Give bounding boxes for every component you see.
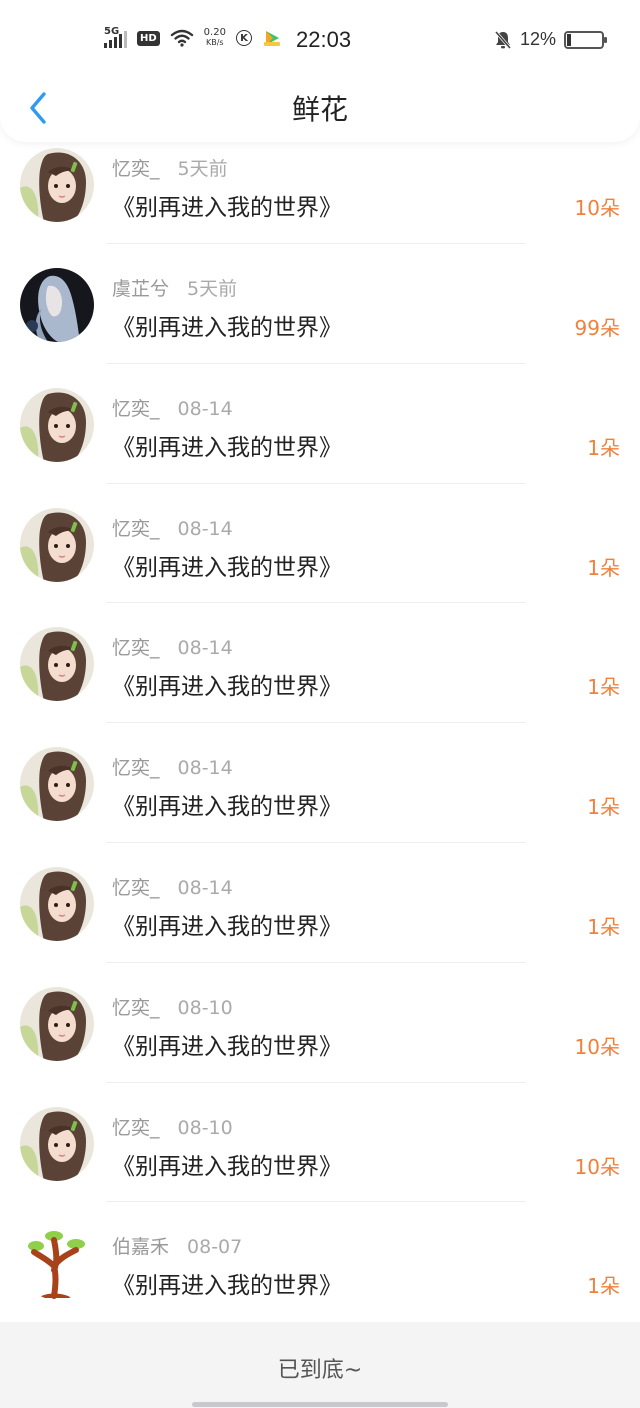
network-speed: 0.20 KB/s [203, 27, 226, 48]
flower-count: 1朵 [587, 555, 620, 580]
flower-record-list[interactable]: 忆奕_ 5天前 《别再进入我的世界》 10朵 虞芷兮 5天前 《别再进入我的世界》 99朵 忆奕… [0, 142, 640, 1322]
wifi-icon [170, 29, 193, 47]
flower-count: 10朵 [574, 196, 620, 220]
list-item[interactable]: 忆奕_ 08-14 《别再进入我的世界》 1朵 [0, 843, 640, 963]
home-indicator[interactable] [192, 1402, 448, 1407]
work-title[interactable]: 《别再进入我的世界》 [112, 907, 342, 941]
flower-count: 1朵 [587, 914, 620, 939]
list-end-footer: 已到底~ [0, 1322, 640, 1408]
flower-count: 1朵 [587, 435, 620, 460]
flower-count: 10朵 [574, 1034, 620, 1059]
status-bar: 5G HD 0.20 KB/s K 22:03 12% [0, 0, 640, 82]
work-title[interactable]: 《别再进入我的世界》 [112, 548, 342, 582]
list-item[interactable]: 忆奕_ 08-14 《别再进入我的世界》 1朵 [0, 723, 640, 843]
sender-name[interactable]: 忆奕_ [112, 997, 160, 1019]
sent-time: 08-14 [177, 517, 233, 540]
work-title[interactable]: 《别再进入我的世界》 [112, 1027, 342, 1061]
flower-count: 1朵 [587, 1274, 620, 1299]
sender-line: 忆奕_ 08-14 [112, 514, 233, 541]
work-title[interactable]: 《别再进入我的世界》 [112, 188, 342, 222]
sender-name[interactable]: 忆奕_ [112, 158, 160, 180]
avatar[interactable] [20, 387, 94, 462]
avatar[interactable] [20, 986, 94, 1061]
bell-muted-icon [494, 30, 512, 49]
end-of-list-text: 已到底~ [277, 1358, 363, 1383]
work-title[interactable]: 《别再进入我的世界》 [112, 428, 342, 462]
sent-time: 08-14 [177, 757, 233, 780]
sender-line: 忆奕_ 5天前 [112, 154, 228, 181]
sender-line: 虞芷兮 5天前 [112, 274, 237, 301]
sender-line: 忆奕_ 08-14 [112, 753, 233, 780]
avatar[interactable] [20, 268, 94, 342]
sent-time: 5天前 [187, 278, 238, 300]
sender-name[interactable]: 忆奕_ [112, 757, 160, 779]
avatar[interactable] [20, 866, 94, 941]
avatar[interactable] [20, 507, 94, 582]
sent-time: 08-10 [177, 1116, 233, 1139]
sender-line: 忆奕_ 08-10 [112, 993, 233, 1020]
page-title: 鲜花 [291, 93, 348, 126]
clock: 22:03 [296, 27, 352, 52]
sender-name[interactable]: 忆奕_ [112, 637, 160, 659]
sent-time: 08-14 [177, 637, 233, 660]
status-icons-left: 5G HD 0.20 KB/s K [104, 26, 282, 48]
battery-level-fill [567, 33, 571, 46]
app-header: 5G HD 0.20 KB/s K 22:03 12% 鲜花 [0, 0, 640, 142]
list-item[interactable]: 忆奕_ 08-14 《别再进入我的世界》 1朵 [0, 364, 640, 484]
sender-line: 忆奕_ 08-10 [112, 1113, 233, 1140]
k-app-icon: K [235, 30, 252, 46]
avatar[interactable] [20, 627, 94, 702]
list-item[interactable]: 虞芷兮 5天前《别再进入我的世界》 99朵 [0, 244, 640, 364]
list-item[interactable]: 忆奕_ 08-14 《别再进入我的世界》 1朵 [0, 484, 640, 604]
sent-time: 5天前 [177, 158, 228, 180]
video-app-icon [263, 31, 280, 46]
sender-name[interactable]: 忆奕_ [112, 1117, 160, 1139]
work-title[interactable]: 《别再进入我的世界》 [112, 1266, 342, 1300]
nav-bar: 鲜花 [0, 82, 640, 138]
work-title[interactable]: 《别再进入我的世界》 [112, 667, 342, 701]
list-item[interactable]: 忆奕_ 5天前《别再进入我的世界》 10朵 [0, 142, 640, 244]
list-item[interactable]: 忆奕_ 08-10 《别再进入我的世界》 10朵 [0, 1083, 640, 1203]
flower-count: 1朵 [587, 675, 620, 700]
list-item[interactable]: 忆奕_ 08-14 《别再进入我的世界》 1朵 [0, 603, 640, 724]
avatar[interactable] [20, 1226, 94, 1301]
flower-count: 1朵 [587, 795, 620, 820]
sender-name[interactable]: 忆奕_ [112, 398, 160, 420]
sent-time: 08-14 [177, 876, 233, 899]
sender-name[interactable]: 忆奕_ [112, 877, 160, 899]
work-title[interactable]: 《别再进入我的世界》 [112, 308, 342, 342]
battery-icon [564, 30, 607, 49]
avatar[interactable] [20, 747, 94, 822]
work-title[interactable]: 《别再进入我的世界》 [112, 787, 342, 821]
sender-line: 忆奕_ 08-14 [112, 394, 233, 421]
list-item[interactable]: 忆奕_ 08-10 《别再进入我的世界》 10朵 [0, 963, 640, 1083]
sender-line: 伯嘉禾 08-07 [112, 1232, 242, 1259]
sender-line: 忆奕_ 08-14 [112, 873, 233, 900]
list-item[interactable]: 伯嘉禾 08-07 《别再进入我的世界》 1朵 [0, 1202, 640, 1322]
hd-voice-icon: HD [137, 30, 160, 46]
cellular-signal-icon: 5G [104, 26, 127, 48]
sender-name[interactable]: 伯嘉禾 [112, 1236, 169, 1258]
flower-count: 10朵 [574, 1154, 620, 1179]
sent-time: 08-07 [187, 1236, 243, 1259]
network-type: 5G [104, 26, 120, 37]
battery-percent: 12% [519, 29, 556, 49]
avatar[interactable] [20, 1106, 94, 1181]
status-icons-right: 12% [494, 29, 607, 50]
work-title[interactable]: 《别再进入我的世界》 [112, 1147, 342, 1181]
sender-name[interactable]: 虞芷兮 [112, 278, 169, 300]
avatar[interactable] [20, 148, 94, 222]
sent-time: 08-14 [177, 397, 233, 420]
sender-name[interactable]: 忆奕_ [112, 518, 160, 540]
flower-count: 99朵 [574, 316, 620, 340]
sender-line: 忆奕_ 08-14 [112, 633, 233, 660]
sent-time: 08-10 [177, 996, 233, 1019]
